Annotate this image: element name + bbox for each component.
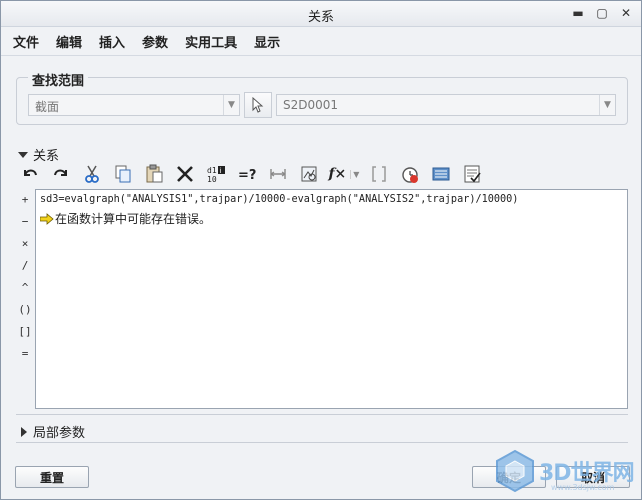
object-dropdown[interactable]: S2D0001 ▼ [276,94,616,116]
evaluate-icon: =? [238,168,256,183]
operator-minus-button[interactable]: − [16,211,34,233]
relations-dialog: 关系 ▬ ▢ ✕ 文件 编辑 插入 参数 实用工具 显示 查找范围 截面 ▼ S… [0,0,642,500]
show-dimension-button[interactable] [265,162,291,186]
operator-parentheses-button[interactable]: () [16,299,34,321]
chevron-down-icon: ▼ [223,95,239,115]
function-icon: f× [328,166,347,182]
dimension-icon [270,169,286,179]
reset-button[interactable]: 重置 [15,466,89,488]
local-parameters-toggle[interactable]: 局部参数 [21,422,85,441]
svg-text:10: 10 [207,175,217,184]
window-title: 关系 [307,10,334,25]
cursor-arrow-icon [252,97,264,113]
switch-dimensions-button[interactable]: d1 10 i [203,162,229,186]
operator-power-button[interactable]: ^ [16,277,34,299]
evaluate-button[interactable]: =? [234,162,260,186]
brackets-button[interactable] [366,162,392,186]
select-object-button[interactable] [244,92,272,118]
verify-relations-button[interactable] [397,162,423,186]
object-dropdown-value: S2D0001 [283,98,339,112]
paste-button[interactable] [141,162,167,186]
menu-utilities[interactable]: 实用工具 [185,32,237,51]
redo-icon [54,169,67,176]
minimize-button[interactable]: ▬ [571,6,585,20]
undo-icon [24,169,37,176]
error-line: 在函数计算中可能存在错误。 [40,210,211,227]
menu-edit[interactable]: 编辑 [56,32,82,51]
relations-editor[interactable]: sd3=evalgraph("ANALYSIS1",trajpar)/10000… [35,189,628,409]
divider [16,442,628,443]
svg-text:=?: =? [238,168,256,183]
relation-line: sd3=evalgraph("ANALYSIS1",trajpar)/10000… [40,194,519,205]
parameter-insert-icon [301,166,317,182]
watermark-url: www.3dsjw.com [551,483,615,492]
type-dropdown-value: 截面 [35,100,60,114]
type-dropdown[interactable]: 截面 ▼ [28,94,240,116]
title-bar: 关系 ▬ ▢ ✕ [1,1,641,27]
divider [16,414,628,415]
operator-multiply-button[interactable]: × [16,233,34,255]
cut-icon [85,165,99,183]
sort-icon [432,167,450,181]
insert-function-button[interactable]: f× ▼ [327,162,361,186]
delete-icon [177,166,193,182]
cut-button[interactable] [79,162,105,186]
insert-parameter-button[interactable] [296,162,322,186]
warning-arrow-icon [40,212,54,225]
watermark: 3D世界网 www.3dsjw.com [491,447,641,499]
expand-arrow-icon [21,426,27,437]
sheet-icon [464,165,481,183]
redo-button[interactable] [48,162,74,186]
collapse-arrow-icon [18,151,28,158]
undo-button[interactable] [17,162,43,186]
operator-palette: + − × / ^ () [] = [16,189,34,365]
menu-file[interactable]: 文件 [13,32,39,51]
copy-button[interactable] [110,162,136,186]
chevron-down-icon: ▼ [599,95,615,115]
svg-text:i: i [220,167,222,175]
svg-text:d1: d1 [207,166,217,175]
operator-equals-button[interactable]: = [16,343,34,365]
relations-toolbar: d1 10 i =? f× ▼ [17,161,490,187]
paste-icon [146,164,163,183]
sort-relations-button[interactable] [428,162,454,186]
close-button[interactable]: ✕ [619,6,633,20]
brackets-icon [372,166,386,182]
chevron-down-icon: ▼ [350,169,359,179]
cube-logo-icon [496,449,534,493]
copy-icon [115,165,131,183]
switch-dims-icon: d110i [207,166,225,184]
menu-display[interactable]: 显示 [254,32,280,51]
relation-sheet-button[interactable] [459,162,485,186]
menu-bar: 文件 编辑 插入 参数 实用工具 显示 [1,28,641,56]
look-in-label: 查找范围 [28,70,89,89]
menu-parameters[interactable]: 参数 [142,32,168,51]
maximize-button[interactable]: ▢ [595,6,609,20]
operator-brackets-button[interactable]: [] [16,321,34,343]
operator-divide-button[interactable]: / [16,255,34,277]
menu-insert[interactable]: 插入 [99,32,125,51]
operator-plus-button[interactable]: + [16,189,34,211]
error-message: 在函数计算中可能存在错误。 [55,212,212,226]
local-parameters-label: 局部参数 [33,426,86,441]
delete-button[interactable] [172,162,198,186]
verify-icon [402,167,418,183]
